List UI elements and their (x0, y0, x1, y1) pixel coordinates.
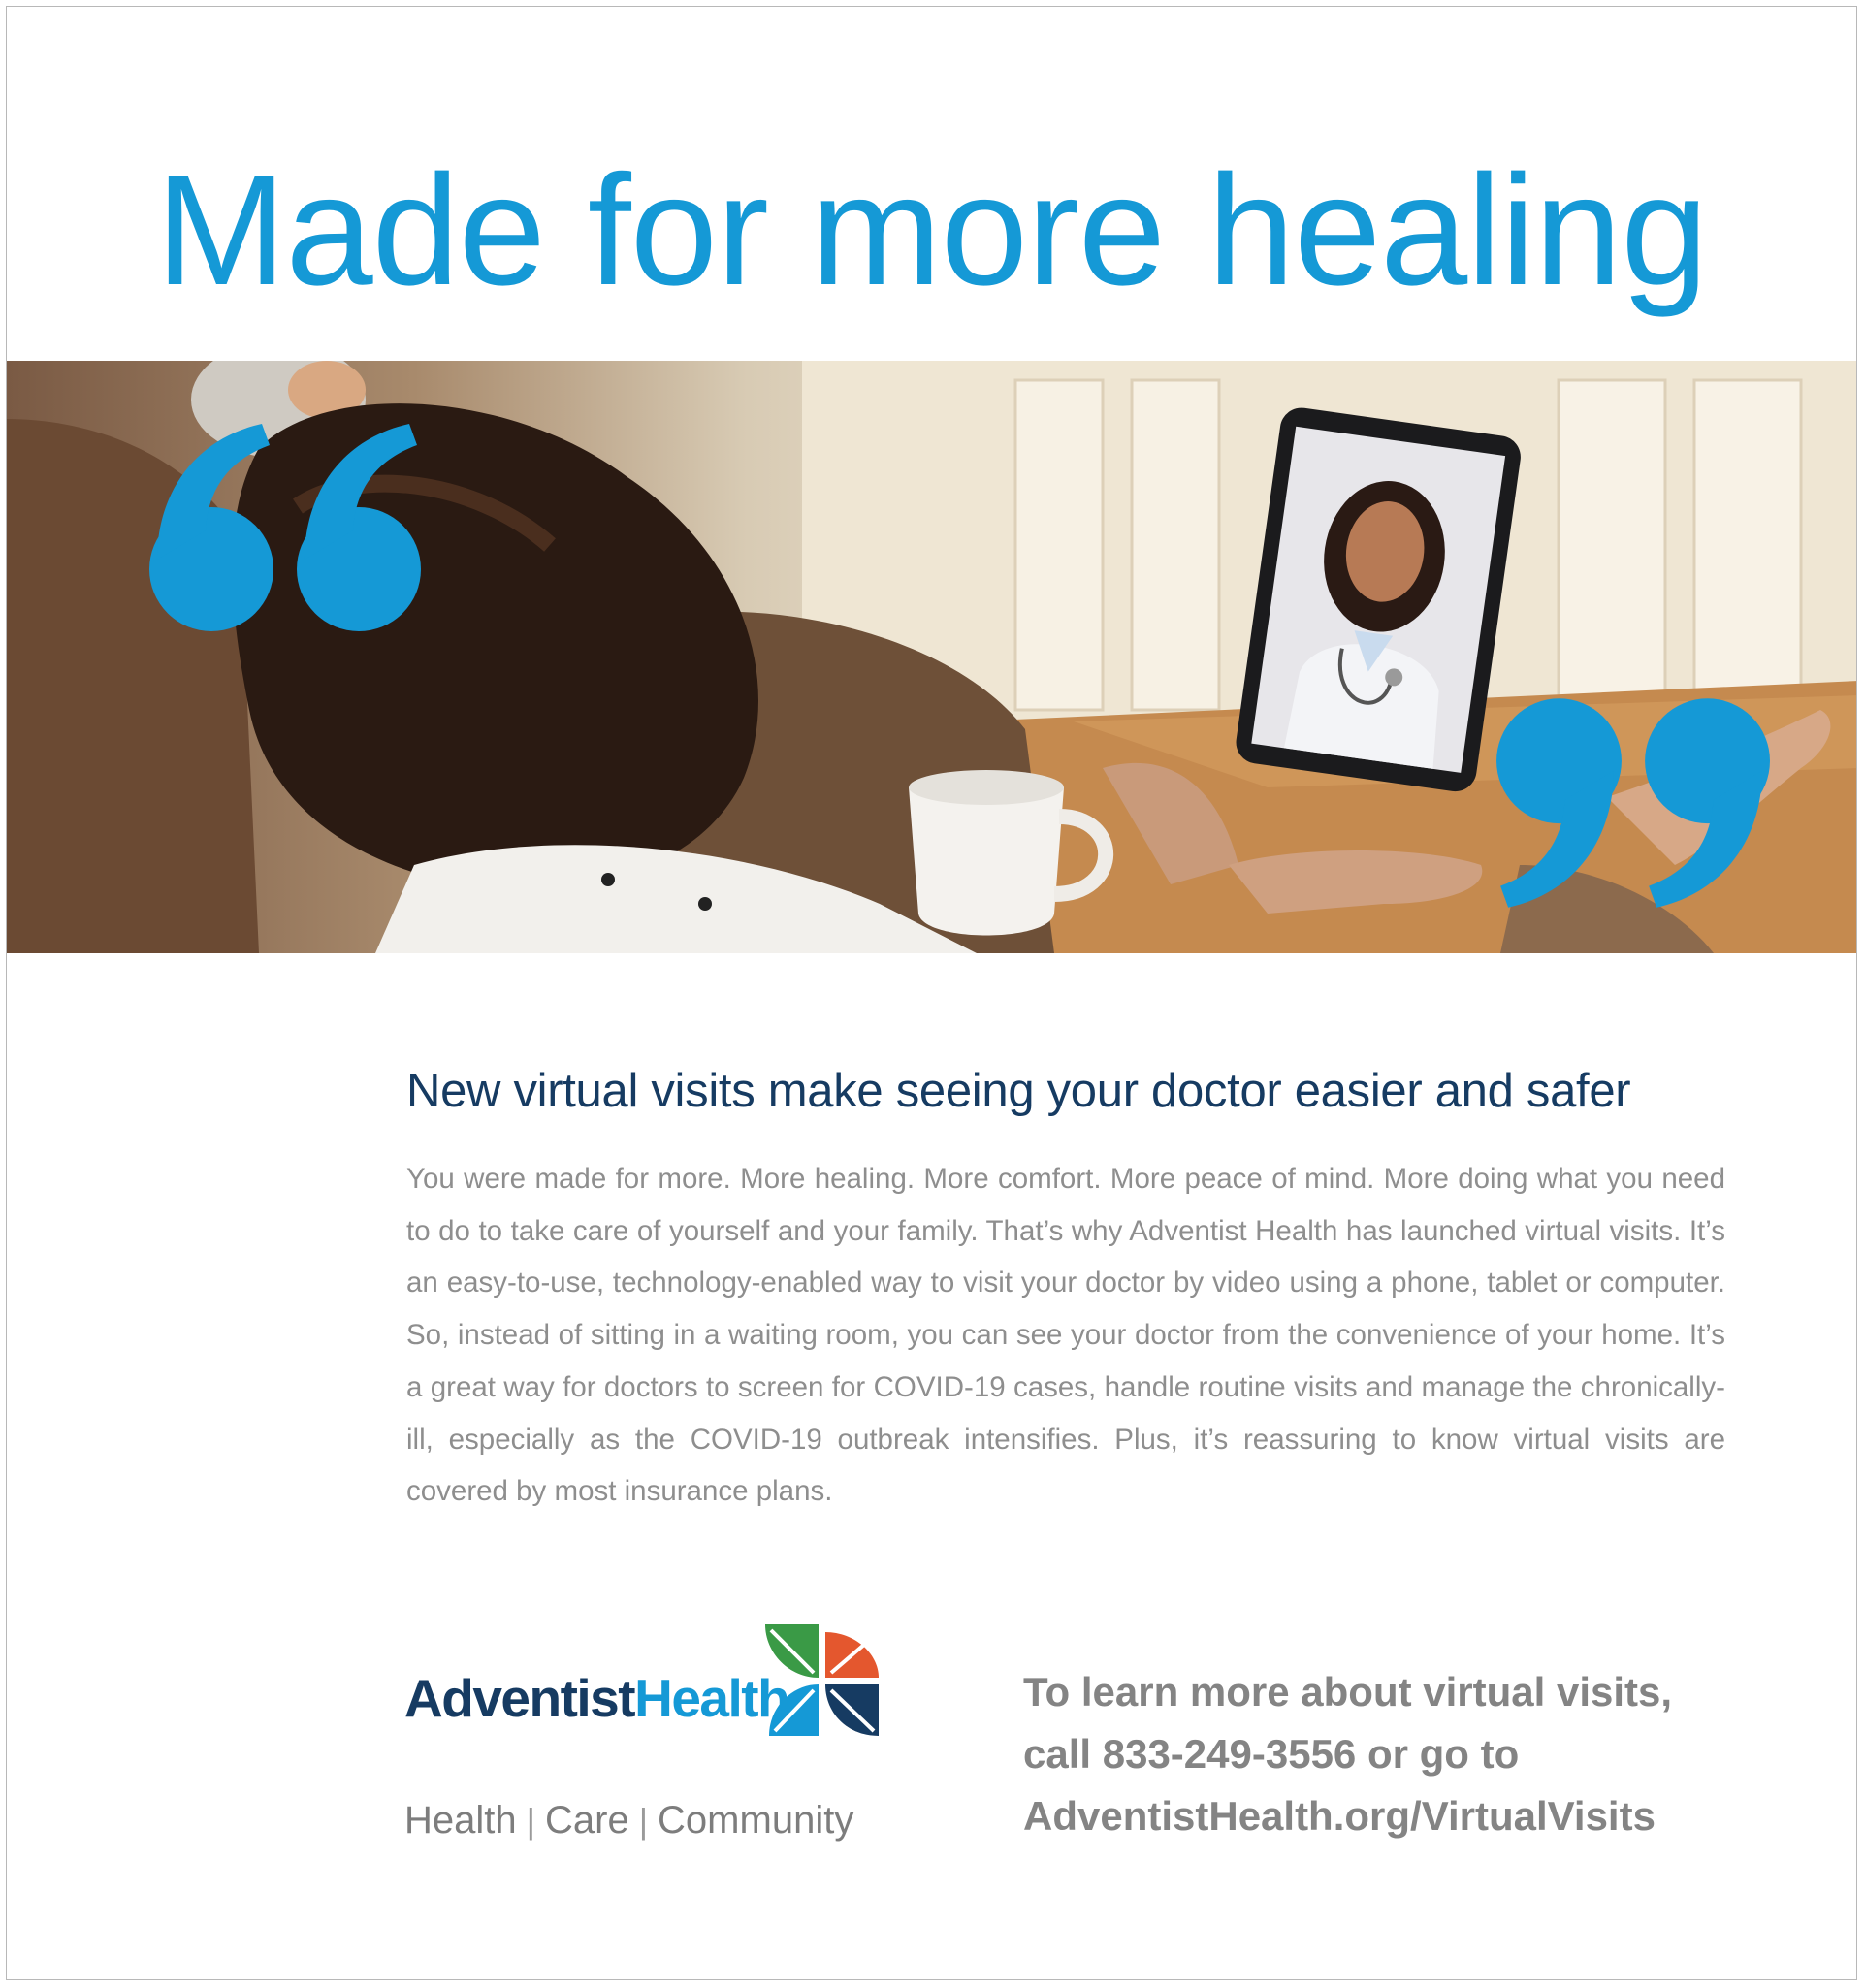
tagline-health: Health (404, 1799, 517, 1842)
tagline-separator: | (638, 1801, 649, 1841)
tagline-community: Community (658, 1799, 854, 1842)
logo-word-adventist: Adventist (404, 1668, 636, 1728)
hero-photo (7, 361, 1856, 953)
headline: Made for more healing (155, 143, 1709, 318)
close-quote-icon (1496, 698, 1770, 908)
adventist-health-logo: AdventistHealth (404, 1624, 889, 1736)
logo-wordmark: AdventistHealth (404, 1667, 790, 1729)
body-copy: You were made for more. More healing. Mo… (406, 1163, 1725, 1508)
cta-url[interactable]: AdventistHealth.org/VirtualVisits (1023, 1785, 1672, 1847)
leaf-mark-icon (765, 1624, 879, 1736)
tagline-care: Care (544, 1799, 629, 1842)
subheadline: New virtual visits make seeing your doct… (406, 1065, 1631, 1117)
open-quote-icon (149, 424, 421, 631)
call-to-action: To learn more about virtual visits, call… (1023, 1661, 1672, 1847)
ad-page: Made for more healing New virtual visits… (6, 6, 1857, 1980)
cta-line-2: call 833-249-3556 or go to (1023, 1731, 1520, 1777)
cta-line-1: To learn more about virtual visits, (1023, 1669, 1673, 1715)
tagline: Health | Care | Community (404, 1799, 853, 1843)
tagline-separator: | (526, 1801, 535, 1841)
